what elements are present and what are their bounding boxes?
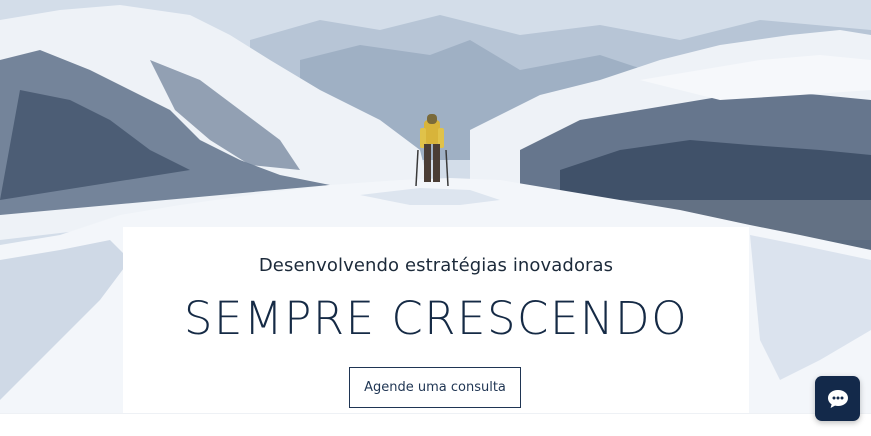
chat-button[interactable]: [815, 376, 860, 421]
schedule-consultation-button[interactable]: Agende uma consulta: [349, 367, 521, 408]
hero-card: Desenvolvendo estratégias inovadoras SEM…: [123, 227, 749, 413]
hero-subtitle: Desenvolvendo estratégias inovadoras: [258, 255, 614, 276]
hero-headline: SEMPRE CRESCENDO: [183, 292, 689, 345]
chat-bubble-icon: [827, 389, 848, 408]
page-bottom-strip: [0, 413, 871, 436]
hero-section: Desenvolvendo estratégias inovadoras SEM…: [0, 0, 871, 413]
